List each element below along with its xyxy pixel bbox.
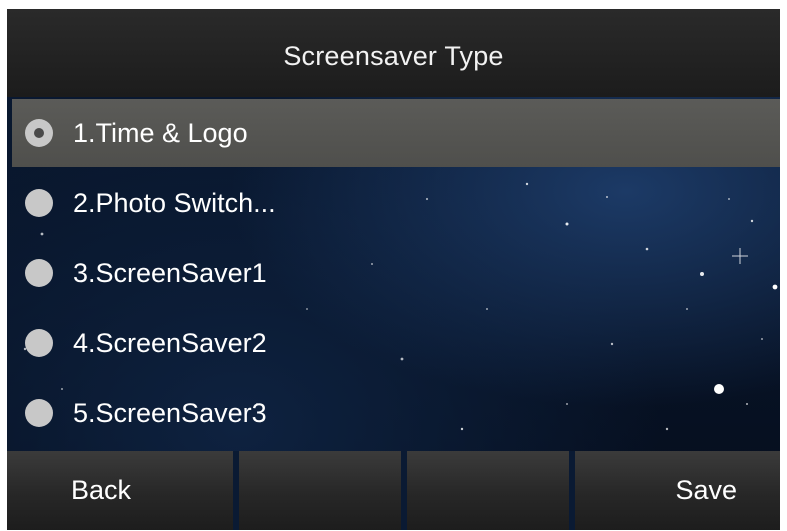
option-label: 3.ScreenSaver1: [73, 257, 267, 288]
option-label: 1.Time & Logo: [73, 117, 248, 148]
option-screensaver2[interactable]: 4.ScreenSaver2: [12, 309, 780, 377]
option-label: 2.Photo Switch...: [73, 187, 276, 218]
softkey-bar: Back Save: [7, 451, 780, 530]
save-softkey[interactable]: Save: [575, 451, 780, 530]
empty-softkey-3[interactable]: [407, 451, 575, 530]
option-screensaver1[interactable]: 3.ScreenSaver1: [12, 239, 780, 307]
radio-selected-icon: [25, 119, 53, 147]
phone-screen: Screensaver Type 1.Time & Logo 2.Photo S…: [7, 9, 780, 530]
radio-unselected-icon: [25, 329, 53, 357]
radio-unselected-icon: [25, 189, 53, 217]
back-softkey[interactable]: Back: [7, 451, 239, 530]
option-photo-switch[interactable]: 2.Photo Switch...: [12, 169, 780, 237]
empty-softkey-2[interactable]: [239, 451, 407, 530]
radio-unselected-icon: [25, 399, 53, 427]
option-label: 5.ScreenSaver3: [73, 397, 267, 428]
page-title: Screensaver Type: [283, 40, 504, 71]
option-label: 4.ScreenSaver2: [73, 327, 267, 358]
title-bar: Screensaver Type: [7, 9, 780, 97]
option-screensaver3[interactable]: 5.ScreenSaver3: [12, 379, 780, 447]
option-time-and-logo[interactable]: 1.Time & Logo: [12, 99, 780, 167]
radio-unselected-icon: [25, 259, 53, 287]
